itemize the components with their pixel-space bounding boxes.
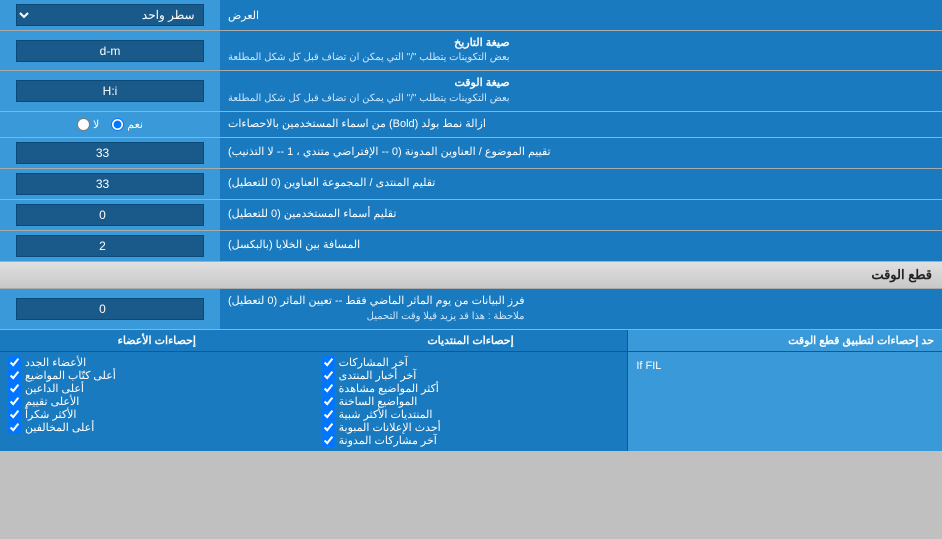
bold-no-radio[interactable] [77, 118, 90, 131]
cell-spacing-input[interactable] [16, 235, 203, 257]
time-format-input[interactable] [16, 80, 203, 102]
bold-remove-radio-cell: نعم لا [0, 112, 220, 137]
forum-order-input-cell [0, 169, 220, 199]
display-label: العرض [220, 0, 942, 30]
bold-yes-radio[interactable] [111, 118, 124, 131]
checkbox-left-5[interactable]: أعلى المخالفين [8, 421, 306, 434]
display-select[interactable]: سطر واحد سطرين ثلاثة أسطر [16, 4, 203, 26]
topic-order-row: تقييم الموضوع / العناوين المدونة (0 -- ا… [0, 138, 942, 169]
cut-time-row: فرز البيانات من يوم الماثر الماضي فقط --… [0, 289, 942, 329]
date-format-row: صيغة التاريخ بعض التكوينات يتطلب "/" الت… [0, 31, 942, 71]
main-container: العرض سطر واحد سطرين ثلاثة أسطر صيغة الت… [0, 0, 942, 451]
checkbox-mid-6[interactable]: آخر مشاركات المدونة [322, 434, 620, 447]
cell-spacing-row: المسافة بين الخلايا (بالبكسل) [0, 231, 942, 262]
bold-remove-label: ازالة نمط بولد (Bold) من اسماء المستخدمي… [220, 112, 942, 137]
display-select-cell: سطر واحد سطرين ثلاثة أسطر [0, 0, 220, 30]
checkbox-left-2[interactable]: أعلى الداعين [8, 382, 306, 395]
left-col: الأعضاء الجدد أعلى كتّاب المواضيع أعلى ا… [0, 352, 314, 451]
forum-order-label: تقليم المنتدى / المجموعة العناوين (0 للت… [220, 169, 942, 199]
stats-left-header: إحصاءات الأعضاء [0, 330, 314, 351]
forum-order-row: تقليم المنتدى / المجموعة العناوين (0 للت… [0, 169, 942, 200]
checkbox-mid-0[interactable]: آخر المشاركات [322, 356, 620, 369]
stats-section: حد إحصاءات لتطبيق قطع الوقت إحصاءات المن… [0, 330, 942, 451]
checkbox-left-0[interactable]: الأعضاء الجدد [8, 356, 306, 369]
cell-spacing-input-cell [0, 231, 220, 261]
checkbox-mid-1[interactable]: آخر أخبار المنتدى [322, 369, 620, 382]
cell-spacing-label: المسافة بين الخلايا (بالبكسل) [220, 231, 942, 261]
topic-order-input-cell [0, 138, 220, 168]
stats-mid-header: إحصاءات المنتديات [314, 330, 629, 351]
topic-order-input[interactable] [16, 142, 203, 164]
checkbox-mid-2[interactable]: أكثر المواضيع مشاهدة [322, 382, 620, 395]
checkbox-left-3[interactable]: الأعلى تقييم [8, 395, 306, 408]
date-format-input[interactable] [16, 40, 203, 62]
cut-time-header: قطع الوقت [0, 262, 942, 289]
cut-time-label: فرز البيانات من يوم الماثر الماضي فقط --… [220, 289, 942, 328]
stats-right-label: حد إحصاءات لتطبيق قطع الوقت [628, 330, 942, 351]
stats-header-row: حد إحصاءات لتطبيق قطع الوقت إحصاءات المن… [0, 330, 942, 352]
time-format-label: صيغة الوقت بعض التكوينات يتطلب "/" التي … [220, 71, 942, 110]
date-format-input-cell [0, 31, 220, 70]
bold-remove-row: ازالة نمط بولد (Bold) من اسماء المستخدمي… [0, 112, 942, 138]
cut-time-input-cell [0, 289, 220, 328]
right-col: If FIL [628, 352, 942, 451]
checkbox-mid-3[interactable]: المواضيع الساخنة [322, 395, 620, 408]
time-format-row: صيغة الوقت بعض التكوينات يتطلب "/" التي … [0, 71, 942, 111]
cut-time-input[interactable] [16, 298, 203, 320]
username-trim-input[interactable] [16, 204, 203, 226]
forum-order-input[interactable] [16, 173, 203, 195]
bold-no-label[interactable]: لا [77, 118, 99, 131]
username-trim-row: تقليم أسماء المستخدمين (0 للتعطيل) [0, 200, 942, 231]
date-format-label: صيغة التاريخ بعض التكوينات يتطلب "/" الت… [220, 31, 942, 70]
display-row: العرض سطر واحد سطرين ثلاثة أسطر [0, 0, 942, 31]
username-trim-input-cell [0, 200, 220, 230]
checkbox-mid-5[interactable]: أحدث الإعلانات المبوبة [322, 421, 620, 434]
username-trim-label: تقليم أسماء المستخدمين (0 للتعطيل) [220, 200, 942, 230]
checkbox-left-1[interactable]: أعلى كتّاب المواضيع [8, 369, 306, 382]
mid-col: آخر المشاركات آخر أخبار المنتدى أكثر الم… [314, 352, 629, 451]
checkbox-left-4[interactable]: الأكثر شكراً [8, 408, 306, 421]
checkbox-columns: If FIL آخر المشاركات آخر أخبار المنتدى أ… [0, 352, 942, 451]
time-format-input-cell [0, 71, 220, 110]
topic-order-label: تقييم الموضوع / العناوين المدونة (0 -- ا… [220, 138, 942, 168]
checkbox-mid-4[interactable]: المنتديات الأكثر شبية [322, 408, 620, 421]
bold-yes-label[interactable]: نعم [111, 118, 143, 131]
